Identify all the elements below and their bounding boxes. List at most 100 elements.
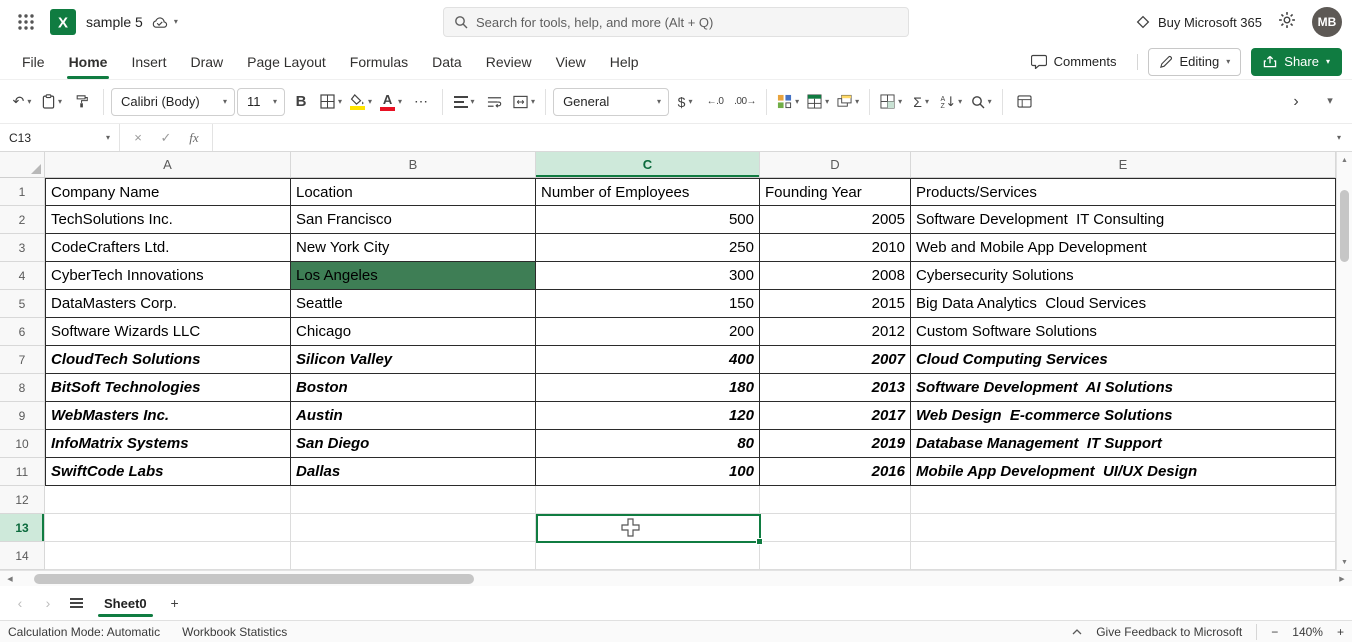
saved-status-icon[interactable] [151, 16, 168, 29]
cell-E9[interactable]: Web Design E-commerce Solutions [911, 402, 1336, 430]
cell-B12[interactable] [291, 486, 536, 514]
formula-input[interactable] [213, 124, 1326, 151]
cell-A1[interactable]: Company Name [45, 178, 291, 206]
row-header-14[interactable]: 14 [0, 542, 45, 570]
search-box[interactable] [443, 7, 909, 37]
conditional-formatting-button[interactable]: ▾ [774, 87, 802, 117]
cell-E3[interactable]: Web and Mobile App Development [911, 234, 1336, 262]
cell-B11[interactable]: Dallas [291, 458, 536, 486]
prev-sheet-button[interactable]: ‹ [6, 586, 34, 620]
cell-D14[interactable] [760, 542, 911, 570]
row-header-5[interactable]: 5 [0, 290, 45, 318]
tab-file[interactable]: File [10, 44, 57, 79]
row-header-10[interactable]: 10 [0, 430, 45, 458]
cell-A12[interactable] [45, 486, 291, 514]
cell-D1[interactable]: Founding Year [760, 178, 911, 206]
cell-styles-button[interactable]: ▾ [834, 87, 862, 117]
zoom-in-button[interactable]: + [1337, 625, 1344, 639]
cell-B8[interactable]: Boston [291, 374, 536, 402]
cancel-entry-button[interactable]: × [126, 127, 150, 149]
cell-C10[interactable]: 80 [536, 430, 760, 458]
status-expand-button[interactable] [1072, 629, 1082, 635]
cell-E4[interactable]: Cybersecurity Solutions [911, 262, 1336, 290]
editing-mode-button[interactable]: Editing ▾ [1148, 48, 1242, 76]
cell-A10[interactable]: InfoMatrix Systems [45, 430, 291, 458]
row-header-1[interactable]: 1 [0, 178, 45, 206]
search-input[interactable] [476, 15, 898, 30]
row-header-6[interactable]: 6 [0, 318, 45, 346]
undo-button[interactable]: ↶▾ [8, 87, 36, 117]
select-all-corner[interactable] [0, 152, 45, 177]
workbook-statistics-button[interactable]: Workbook Statistics [182, 625, 287, 639]
zoom-level-button[interactable]: 140% [1292, 625, 1323, 639]
row-header-3[interactable]: 3 [0, 234, 45, 262]
app-launcher-button[interactable] [10, 6, 42, 38]
cell-A4[interactable]: CyberTech Innovations [45, 262, 291, 290]
number-format-select[interactable]: General ▾ [553, 88, 669, 116]
calculation-mode-status[interactable]: Calculation Mode: Automatic [8, 625, 160, 639]
vertical-scrollbar[interactable]: ▲ ▼ [1336, 152, 1352, 570]
tab-home[interactable]: Home [57, 44, 120, 79]
cell-B4[interactable]: Los Angeles [291, 262, 536, 290]
cell-A3[interactable]: CodeCrafters Ltd. [45, 234, 291, 262]
cell-D12[interactable] [760, 486, 911, 514]
cell-E6[interactable]: Custom Software Solutions [911, 318, 1336, 346]
cell-D9[interactable]: 2017 [760, 402, 911, 430]
horizontal-scrollbar[interactable]: ◀ ▶ [0, 570, 1352, 586]
currency-format-button[interactable]: $▾ [671, 87, 699, 117]
tab-view[interactable]: View [544, 44, 598, 79]
borders-button[interactable]: ▾ [317, 87, 345, 117]
row-header-2[interactable]: 2 [0, 206, 45, 234]
cell-E2[interactable]: Software Development IT Consulting [911, 206, 1336, 234]
cell-B10[interactable]: San Diego [291, 430, 536, 458]
tab-review[interactable]: Review [474, 44, 544, 79]
col-header-E[interactable]: E [911, 152, 1336, 177]
next-sheet-button[interactable]: › [34, 586, 62, 620]
cell-A5[interactable]: DataMasters Corp. [45, 290, 291, 318]
row-header-12[interactable]: 12 [0, 486, 45, 514]
cell-C6[interactable]: 200 [536, 318, 760, 346]
cell-C3[interactable]: 250 [536, 234, 760, 262]
cell-B9[interactable]: Austin [291, 402, 536, 430]
font-name-select[interactable]: Calibri (Body) ▾ [111, 88, 235, 116]
cells-format-button[interactable]: ▾ [877, 87, 905, 117]
cell-B6[interactable]: Chicago [291, 318, 536, 346]
find-button[interactable]: ▾ [967, 87, 995, 117]
cell-A13[interactable] [45, 514, 291, 542]
cell-C13[interactable] [536, 514, 760, 542]
cell-D6[interactable]: 2012 [760, 318, 911, 346]
row-header-4[interactable]: 4 [0, 262, 45, 290]
cell-E11[interactable]: Mobile App Development UI/UX Design [911, 458, 1336, 486]
cell-A2[interactable]: TechSolutions Inc. [45, 206, 291, 234]
col-header-B[interactable]: B [291, 152, 536, 177]
sort-filter-button[interactable]: AZ ▾ [937, 87, 965, 117]
add-sheet-button[interactable]: + [161, 586, 189, 620]
col-header-C[interactable]: C [536, 152, 760, 177]
vertical-scroll-thumb[interactable] [1340, 190, 1349, 262]
cell-C1[interactable]: Number of Employees [536, 178, 760, 206]
cell-B13[interactable] [291, 514, 536, 542]
increase-decimal-button[interactable]: ←.0 [701, 87, 729, 117]
cell-A9[interactable]: WebMasters Inc. [45, 402, 291, 430]
share-button[interactable]: Share ▾ [1251, 48, 1342, 76]
cell-A8[interactable]: BitSoft Technologies [45, 374, 291, 402]
cell-D5[interactable]: 2015 [760, 290, 911, 318]
file-menu-chevron-icon[interactable]: ▾ [174, 18, 178, 26]
cell-A14[interactable] [45, 542, 291, 570]
settings-button[interactable] [1278, 11, 1296, 34]
zoom-out-button[interactable]: − [1271, 625, 1278, 639]
sheet-tab-sheet0[interactable]: Sheet0 [90, 586, 161, 620]
cell-B7[interactable]: Silicon Valley [291, 346, 536, 374]
row-header-7[interactable]: 7 [0, 346, 45, 374]
cell-B14[interactable] [291, 542, 536, 570]
cell-C5[interactable]: 150 [536, 290, 760, 318]
cell-D2[interactable]: 2005 [760, 206, 911, 234]
comments-button[interactable]: Comments [1021, 48, 1127, 76]
alignment-button[interactable]: ▾ [450, 87, 478, 117]
horizontal-scroll-thumb[interactable] [34, 574, 474, 584]
cell-E13[interactable] [911, 514, 1336, 542]
cell-D11[interactable]: 2016 [760, 458, 911, 486]
cell-D8[interactable]: 2013 [760, 374, 911, 402]
cell-C2[interactable]: 500 [536, 206, 760, 234]
more-font-options-button[interactable]: ⋯ [407, 87, 435, 117]
